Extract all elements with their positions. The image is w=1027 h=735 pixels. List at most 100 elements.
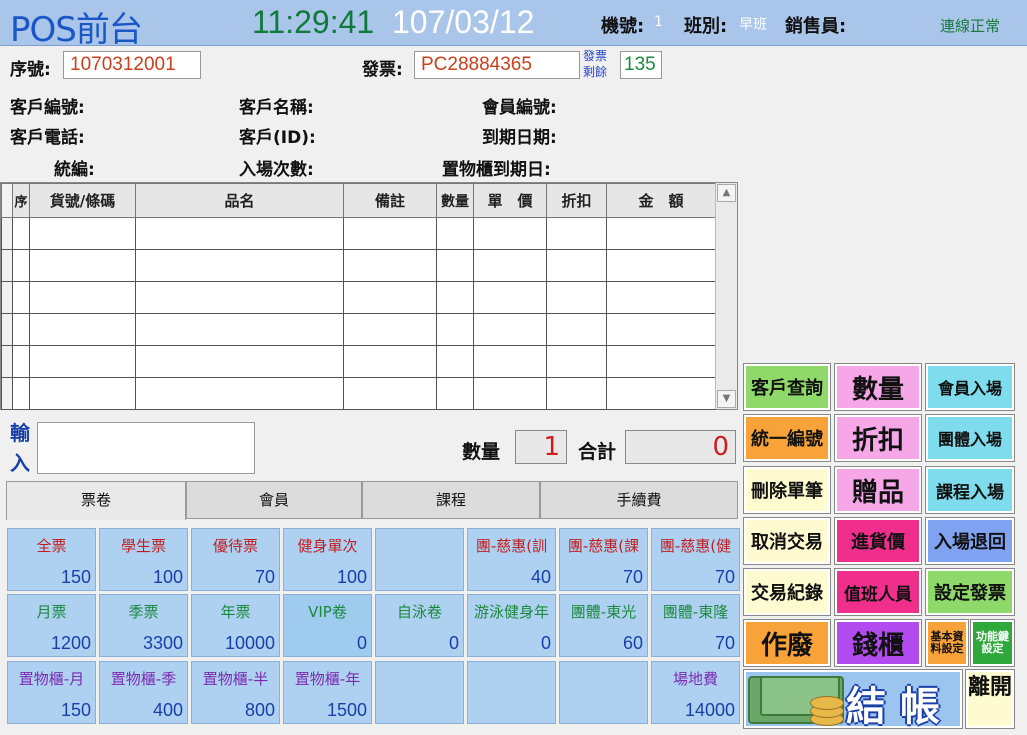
purchase-price-button[interactable]: 進貨價 bbox=[834, 517, 922, 565]
ticket-button[interactable]: 置物櫃-年 1500 bbox=[283, 661, 372, 724]
tab-courses[interactable]: 課程 bbox=[362, 481, 540, 519]
table-row[interactable] bbox=[1, 345, 716, 378]
table-cell[interactable] bbox=[343, 281, 437, 314]
ticket-button[interactable]: 團體-東光 60 bbox=[559, 594, 648, 657]
table-row[interactable] bbox=[1, 313, 716, 346]
grid-scrollbar[interactable]: ▲ ▼ bbox=[715, 183, 737, 409]
table-cell[interactable] bbox=[436, 281, 474, 314]
table-row[interactable] bbox=[1, 281, 716, 314]
scroll-down-icon[interactable]: ▼ bbox=[717, 390, 736, 408]
ticket-button[interactable]: 團體-東隆 70 bbox=[651, 594, 740, 657]
table-cell[interactable] bbox=[135, 249, 344, 282]
ticket-button[interactable]: 年票 10000 bbox=[191, 594, 280, 657]
set-invoice-button[interactable]: 設定發票 bbox=[925, 568, 1015, 616]
customer-query-button[interactable]: 客戶查詢 bbox=[743, 363, 831, 411]
quantity-button[interactable]: 數量 bbox=[834, 363, 922, 411]
gift-button[interactable]: 贈品 bbox=[834, 466, 922, 514]
member-entry-button[interactable]: 會員入場 bbox=[925, 363, 1015, 411]
table-cell[interactable] bbox=[29, 281, 136, 314]
ticket-button[interactable]: 全票 150 bbox=[7, 528, 96, 591]
table-cell[interactable] bbox=[606, 377, 716, 410]
table-cell[interactable] bbox=[546, 249, 607, 282]
col-header[interactable]: 序 bbox=[12, 183, 30, 218]
table-cell[interactable] bbox=[606, 249, 716, 282]
table-cell[interactable] bbox=[343, 313, 437, 346]
leave-button[interactable]: 離開 bbox=[965, 669, 1015, 729]
row-selector[interactable] bbox=[1, 345, 13, 378]
ticket-button[interactable] bbox=[375, 661, 464, 724]
col-header[interactable]: 備註 bbox=[343, 183, 437, 218]
ticket-button[interactable] bbox=[375, 528, 464, 591]
table-cell[interactable] bbox=[343, 249, 437, 282]
delete-item-button[interactable]: 刪除單筆 bbox=[743, 466, 831, 514]
basic-settings-button[interactable]: 基本資料設定 bbox=[925, 619, 969, 667]
table-cell[interactable] bbox=[546, 313, 607, 346]
course-entry-button[interactable]: 課程入場 bbox=[925, 466, 1015, 514]
ticket-button[interactable]: 置物櫃-月 150 bbox=[7, 661, 96, 724]
table-cell[interactable] bbox=[473, 345, 547, 378]
ticket-button[interactable]: 游泳健身年 0 bbox=[467, 594, 556, 657]
table-cell[interactable] bbox=[546, 377, 607, 410]
table-row[interactable] bbox=[1, 249, 716, 282]
row-selector[interactable] bbox=[1, 281, 13, 314]
transaction-log-button[interactable]: 交易紀錄 bbox=[743, 568, 831, 616]
table-cell[interactable] bbox=[436, 345, 474, 378]
tax-id-button[interactable]: 統一編號 bbox=[743, 414, 831, 462]
order-items-grid[interactable]: 序 貨號/條碼 品名 備註 數量 單 價 折扣 金 額 ▲ ▼ bbox=[0, 182, 738, 410]
table-cell[interactable] bbox=[135, 345, 344, 378]
table-cell[interactable] bbox=[606, 281, 716, 314]
col-header[interactable]: 數量 bbox=[436, 183, 474, 218]
function-keys-button[interactable]: 功能鍵設定 bbox=[970, 619, 1015, 667]
void-button[interactable]: 作廢 bbox=[743, 619, 831, 667]
table-cell[interactable] bbox=[343, 377, 437, 410]
table-row[interactable] bbox=[1, 377, 716, 410]
ticket-button[interactable]: 月票 1200 bbox=[7, 594, 96, 657]
row-selector[interactable] bbox=[1, 217, 13, 250]
table-cell[interactable] bbox=[135, 217, 344, 250]
table-cell[interactable] bbox=[12, 217, 30, 250]
ticket-button[interactable]: 置物櫃-季 400 bbox=[99, 661, 188, 724]
col-header[interactable]: 單 價 bbox=[473, 183, 547, 218]
table-cell[interactable] bbox=[135, 281, 344, 314]
entry-refund-button[interactable]: 入場退回 bbox=[925, 517, 1015, 565]
row-selector[interactable] bbox=[1, 313, 13, 346]
table-cell[interactable] bbox=[343, 217, 437, 250]
ticket-button[interactable] bbox=[467, 661, 556, 724]
table-cell[interactable] bbox=[135, 377, 344, 410]
checkout-button[interactable]: 結帳 bbox=[743, 669, 963, 730]
table-cell[interactable] bbox=[473, 377, 547, 410]
cancel-transaction-button[interactable]: 取消交易 bbox=[743, 517, 831, 565]
ticket-button[interactable]: 團-慈惠(健 70 bbox=[651, 528, 740, 591]
tab-members[interactable]: 會員 bbox=[186, 481, 362, 519]
ticket-button[interactable]: 健身單次 100 bbox=[283, 528, 372, 591]
table-row[interactable] bbox=[1, 217, 716, 250]
table-cell[interactable] bbox=[606, 345, 716, 378]
table-cell[interactable] bbox=[12, 281, 30, 314]
ticket-button[interactable]: 置物櫃-半 800 bbox=[191, 661, 280, 724]
table-cell[interactable] bbox=[135, 313, 344, 346]
row-selector[interactable] bbox=[1, 249, 13, 282]
table-cell[interactable] bbox=[29, 345, 136, 378]
row-selector[interactable] bbox=[1, 377, 13, 410]
col-header[interactable]: 品名 bbox=[135, 183, 344, 218]
table-cell[interactable] bbox=[29, 249, 136, 282]
table-cell[interactable] bbox=[12, 377, 30, 410]
table-cell[interactable] bbox=[12, 249, 30, 282]
table-cell[interactable] bbox=[606, 217, 716, 250]
duty-staff-button[interactable]: 值班人員 bbox=[834, 568, 922, 616]
table-cell[interactable] bbox=[436, 313, 474, 346]
barcode-input[interactable] bbox=[37, 422, 255, 474]
group-entry-button[interactable]: 團體入場 bbox=[925, 414, 1015, 462]
table-cell[interactable] bbox=[436, 377, 474, 410]
table-cell[interactable] bbox=[546, 345, 607, 378]
table-cell[interactable] bbox=[546, 281, 607, 314]
col-header[interactable]: 貨號/條碼 bbox=[29, 183, 136, 218]
ticket-button[interactable]: 優待票 70 bbox=[191, 528, 280, 591]
table-cell[interactable] bbox=[29, 377, 136, 410]
table-cell[interactable] bbox=[473, 313, 547, 346]
table-cell[interactable] bbox=[12, 345, 30, 378]
ticket-button[interactable]: 團-慈惠(訓 40 bbox=[467, 528, 556, 591]
scroll-up-icon[interactable]: ▲ bbox=[717, 184, 736, 202]
table-cell[interactable] bbox=[436, 249, 474, 282]
table-cell[interactable] bbox=[473, 249, 547, 282]
